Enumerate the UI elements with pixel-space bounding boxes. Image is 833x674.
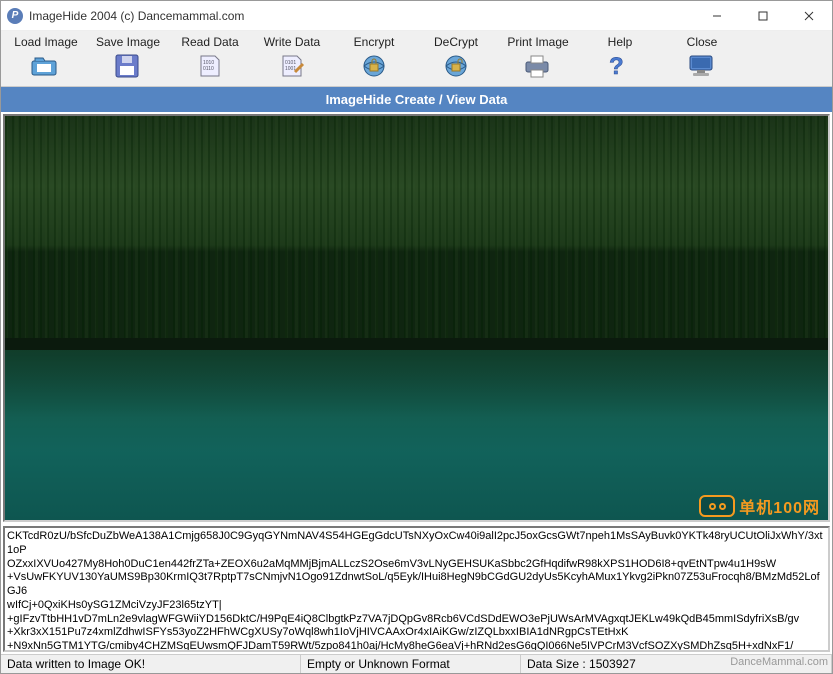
save-image-button[interactable]: Save Image xyxy=(87,33,169,82)
decrypt-button[interactable]: DeCrypt xyxy=(415,33,497,82)
watermark: 单机100网 xyxy=(699,494,824,518)
watermark-logo-icon xyxy=(699,495,735,517)
folder-open-icon xyxy=(28,52,64,80)
watermark-text: 单机100网 xyxy=(739,494,820,518)
close-window-button[interactable] xyxy=(786,1,832,30)
status-write-result: Data written to Image OK! xyxy=(1,655,301,673)
toolbar: Load Image Save Image Read Data 10100110… xyxy=(1,31,832,87)
window-controls xyxy=(694,1,832,30)
toolbar-label: Close xyxy=(687,35,718,49)
encrypt-button[interactable]: Encrypt xyxy=(333,33,415,82)
status-format: Empty or Unknown Format xyxy=(301,655,521,673)
printer-icon xyxy=(520,52,556,80)
floppy-disk-icon xyxy=(110,52,146,80)
question-icon: ? xyxy=(602,52,638,80)
banner: ImageHide Create / View Data xyxy=(1,87,832,112)
toolbar-label: Help xyxy=(608,35,633,49)
binary-sheet-icon: 10100110 xyxy=(192,52,228,80)
help-button[interactable]: Help ? xyxy=(579,33,661,82)
toolbar-label: Print Image xyxy=(507,35,568,49)
load-image-button[interactable]: Load Image xyxy=(5,33,87,82)
close-button[interactable]: Close xyxy=(661,33,743,82)
minimize-button[interactable] xyxy=(694,1,740,30)
toolbar-label: Read Data xyxy=(181,35,238,49)
toolbar-label: Encrypt xyxy=(354,35,395,49)
monitor-icon xyxy=(684,52,720,80)
data-textarea[interactable] xyxy=(5,528,828,650)
window-title: ImageHide 2004 (c) Dancemammal.com xyxy=(29,9,694,23)
toolbar-label: DeCrypt xyxy=(434,35,478,49)
image-preview: 单机100网 xyxy=(3,114,830,522)
read-data-button[interactable]: Read Data 10100110 xyxy=(169,33,251,82)
statusbar: Data written to Image OK! Empty or Unkno… xyxy=(1,654,832,673)
lock-globe-icon xyxy=(356,52,392,80)
toolbar-label: Load Image xyxy=(14,35,77,49)
write-data-button[interactable]: Write Data 01011001 xyxy=(251,33,333,82)
toolbar-label: Write Data xyxy=(264,35,320,49)
toolbar-label: Save Image xyxy=(96,35,160,49)
print-image-button[interactable]: Print Image xyxy=(497,33,579,82)
svg-text:?: ? xyxy=(609,53,624,80)
data-textarea-wrap xyxy=(3,526,830,652)
binary-write-icon: 01011001 xyxy=(274,52,310,80)
app-icon: P xyxy=(7,8,23,24)
status-credit: DanceMammal.com xyxy=(730,656,828,668)
svg-text:0110: 0110 xyxy=(203,66,214,72)
maximize-button[interactable] xyxy=(740,1,786,30)
unlock-globe-icon xyxy=(438,52,474,80)
titlebar: P ImageHide 2004 (c) Dancemammal.com xyxy=(1,1,832,31)
